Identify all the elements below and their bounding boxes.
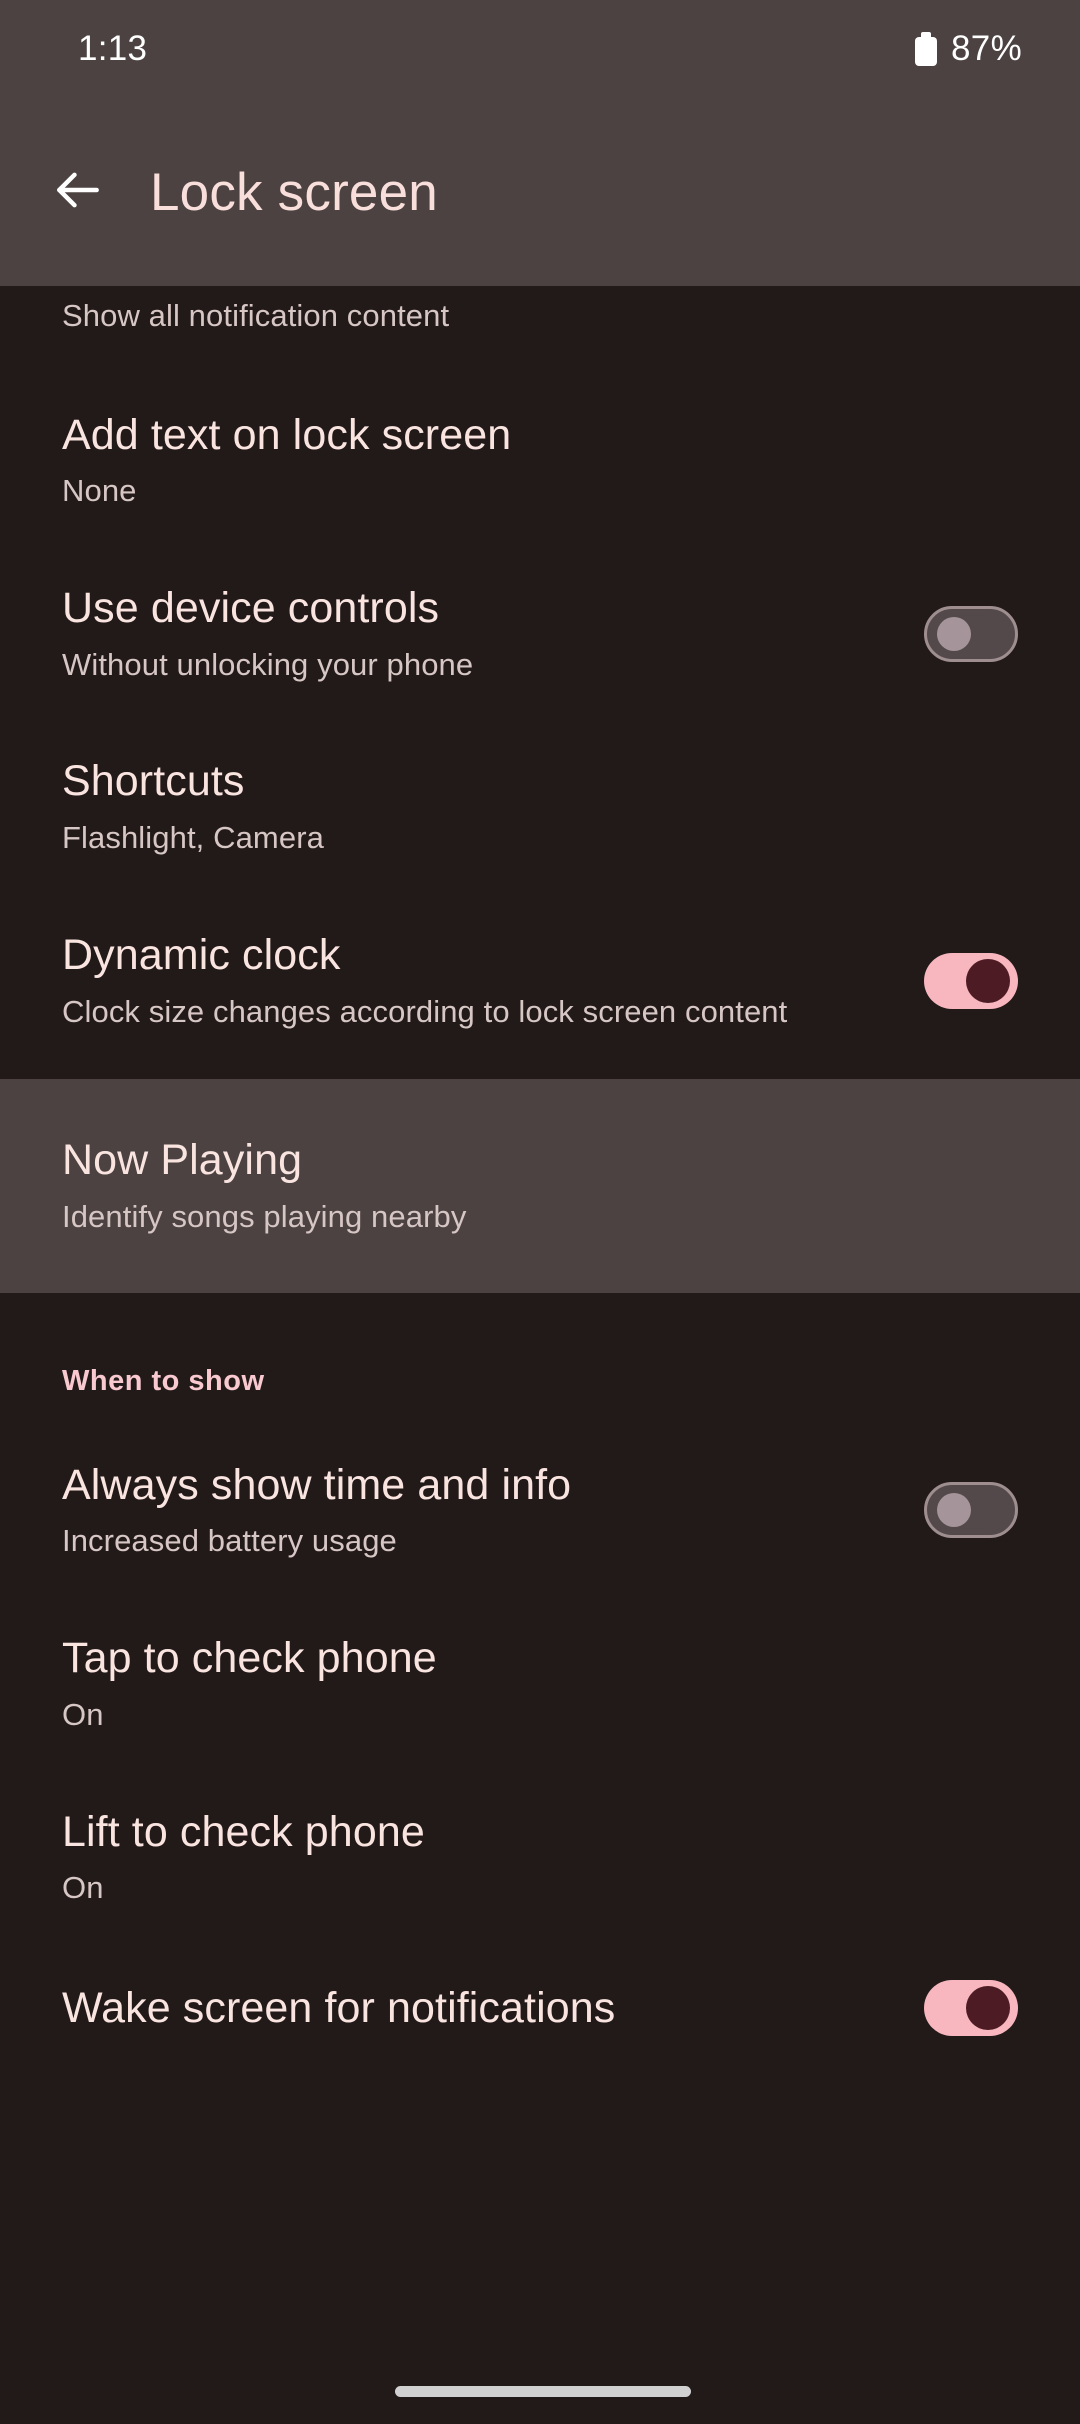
list-item-subtitle: Clock size changes according to lock scr… <box>62 993 788 1029</box>
always-show-time-and-info-toggle[interactable] <box>924 1482 1018 1539</box>
app-bar: Lock screen <box>0 98 1080 286</box>
list-item-subtitle: Identify songs playing nearby <box>62 1199 467 1235</box>
list-item-subtitle: None <box>62 473 137 509</box>
list-item-title: Use device controls <box>62 584 440 633</box>
list-item-partial-top[interactable]: Show all notification content <box>0 286 1080 336</box>
back-arrow-icon <box>50 162 106 223</box>
dynamic-clock-toggle[interactable] <box>924 952 1018 1009</box>
wake-screen-for-notifications-toggle[interactable] <box>924 1979 1018 2036</box>
list-item-wake-screen-for-notifications[interactable]: Wake screen for notifications <box>0 1979 1080 2036</box>
list-item-title: Add text on lock screen <box>62 410 512 459</box>
list-item-dynamic-clock[interactable]: Dynamic clock Clock size changes accordi… <box>0 930 1080 1031</box>
list-item-shortcuts[interactable]: Shortcuts Flashlight, Camera <box>0 756 1080 857</box>
settings-scroll-container[interactable]: Show all notification content Add text o… <box>0 286 1080 2424</box>
list-item-title: Shortcuts <box>62 757 245 806</box>
status-bar-clock: 1:13 <box>78 29 148 68</box>
scroll-hint-bar <box>395 2386 691 2397</box>
back-button[interactable] <box>30 144 126 240</box>
battery-percent-label: 87% <box>951 29 1022 68</box>
list-item-lift-to-check-phone[interactable]: Lift to check phone On <box>0 1807 1080 1908</box>
list-item-title: Lift to check phone <box>62 1807 425 1856</box>
list-item-tap-to-check-phone[interactable]: Tap to check phone On <box>0 1633 1080 1734</box>
list-item-always-show-time-and-info[interactable]: Always show time and info Increased batt… <box>0 1460 1080 1561</box>
list-item-subtitle: On <box>62 1696 104 1732</box>
list-item-subtitle: Flashlight, Camera <box>62 820 324 856</box>
list-item-title: Now Playing <box>62 1136 303 1185</box>
status-bar-right-cluster: 87% <box>915 29 1022 69</box>
list-item-title: Wake screen for notifications <box>62 1983 616 2032</box>
list-item-now-playing[interactable]: Now Playing Identify songs playing nearb… <box>0 1079 1080 1293</box>
page-title: Lock screen <box>150 162 438 222</box>
list-item-add-text-on-lock-screen[interactable]: Add text on lock screen None <box>0 410 1080 511</box>
list-item-title: Tap to check phone <box>62 1634 437 1683</box>
list-item-subtitle: On <box>62 1870 104 1906</box>
list-item-title: Dynamic clock <box>62 930 341 979</box>
list-item-title: Always show time and info <box>62 1460 572 1509</box>
list-item-subtitle: Show all notification content <box>62 298 450 333</box>
list-item-use-device-controls[interactable]: Use device controls Without unlocking yo… <box>0 583 1080 684</box>
use-device-controls-toggle[interactable] <box>924 605 1018 662</box>
list-item-subtitle: Increased battery usage <box>62 1523 397 1559</box>
section-header-when-to-show: When to show <box>62 1364 265 1397</box>
battery-icon <box>915 32 938 66</box>
list-item-subtitle: Without unlocking your phone <box>62 646 474 682</box>
status-bar: 1:13 87% <box>0 0 1080 98</box>
